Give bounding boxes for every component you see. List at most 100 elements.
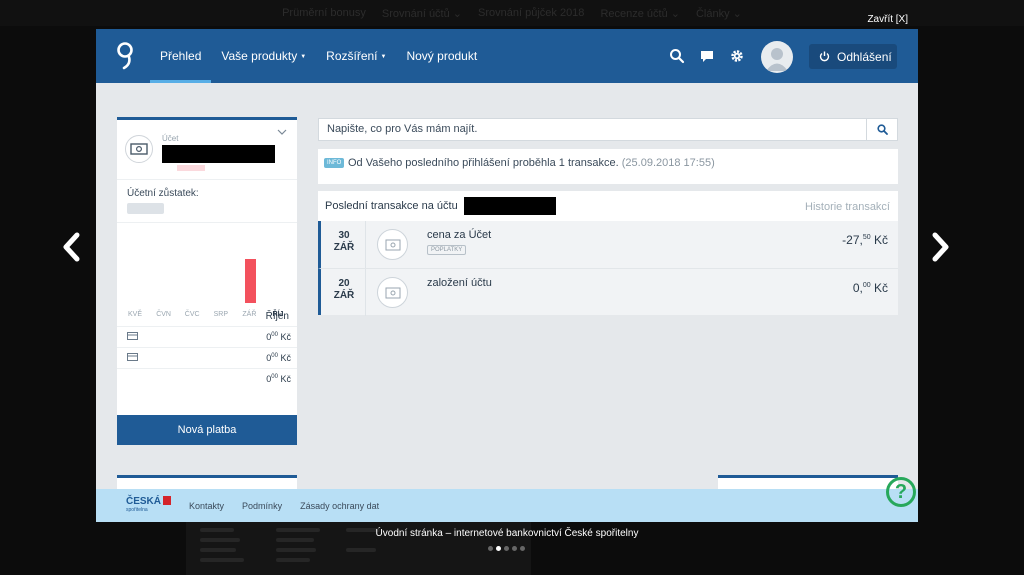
amount-decimal: 00 (271, 374, 278, 380)
transaction-name: založení účtu (427, 277, 492, 289)
transaction-amount: 0,00 Kč (853, 281, 888, 295)
row-amount: 000 Kč (266, 374, 291, 384)
transaction-history-link[interactable]: Historie transakcí (805, 201, 890, 213)
transaction-icon (377, 229, 408, 260)
bg-nav-item: Srovnání účtů ⌄ (381, 7, 463, 20)
transaction-date: 30 ZÁŘ (330, 230, 358, 254)
power-icon (819, 51, 830, 62)
info-badge: INFO (324, 158, 345, 168)
help-button[interactable]: ? (886, 477, 916, 507)
transaction-row[interactable]: 20 ZÁŘ založení účtu 0,00 Kč (318, 268, 898, 316)
list-item: 000 Kč (117, 368, 297, 389)
account-card: Účet Účetní zůstatek: KVĚ ČVN ČVC SRP ZÁŘ ŘÍJ… (117, 117, 297, 445)
chevron-right-icon (932, 232, 949, 262)
main-nav: Přehled Vaše produkty ▼ Rozšíření ▼ Nový p… (150, 29, 487, 83)
nav-item-novy-produkt[interactable]: Nový produkt (396, 29, 487, 83)
account-selector[interactable]: Účet (117, 120, 297, 180)
bg-nav-item: Články ⌄ (695, 7, 742, 20)
previous-slide-button[interactable] (58, 232, 84, 262)
card-icon (127, 353, 138, 363)
slide-dot[interactable] (504, 546, 509, 551)
row-amount: 000 Kč (266, 353, 291, 363)
chevron-down-icon[interactable] (277, 128, 287, 136)
nav-label: Nový produkt (406, 49, 478, 63)
bank-brand: ČESKÁ spořitelna (126, 496, 172, 515)
bank-logo-icon (117, 42, 133, 70)
redacted-account-number (162, 145, 275, 163)
footer-link-contacts[interactable]: Kontakty (189, 501, 224, 511)
banknote-icon (385, 239, 400, 250)
monthly-chart: KVĚ ČVN ČVC SRP ZÁŘ ŘÍJ (117, 222, 297, 322)
balance-label: Účetní zůstatek: (127, 188, 199, 199)
card-icon (127, 332, 138, 342)
chart-month-label: ČVC (184, 311, 200, 318)
search-icon (876, 124, 888, 135)
info-message: Od Vašeho posledního přihlášení proběhla… (348, 157, 619, 169)
transaction-date: 20 ZÁŘ (330, 278, 358, 302)
logout-label: Odhlášení (837, 49, 892, 64)
chevron-left-icon (63, 232, 80, 262)
brand-name: ČESKÁ (126, 496, 172, 507)
chart-month-label: SRP (213, 311, 228, 318)
currency: Kč (280, 353, 291, 363)
slide-caption: Úvodní stránka – internetové bankovnictv… (375, 528, 639, 539)
app-footer: ČESKÁ spořitelna Kontakty Podmínky Zásad… (96, 489, 918, 522)
amount-main: -27, (842, 233, 863, 247)
slide-screenshot: Přehled Vaše produkty ▼ Rozšíření ▼ Nový p… (96, 29, 918, 522)
avatar[interactable] (761, 41, 793, 73)
chart-month-label: ČVN (156, 311, 171, 318)
divider (365, 221, 366, 268)
chat-icon[interactable] (699, 48, 715, 64)
gear-icon[interactable] (729, 48, 745, 64)
footer-link-privacy[interactable]: Zásady ochrany dat (300, 501, 379, 511)
brand-logo-icon (163, 496, 172, 505)
info-text: Od Vašeho posledního přihlášení proběhla… (348, 157, 715, 169)
balance-value-blurred (127, 203, 164, 214)
transaction-row[interactable]: 30 ZÁŘ cena za Účet POPLATKY -27,50 Kč (318, 221, 898, 268)
slide-dot[interactable] (496, 546, 501, 551)
amount-decimal: 00 (271, 332, 278, 338)
app-header: Přehled Vaše produkty ▼ Rozšíření ▼ Nový p… (96, 29, 918, 83)
close-lightbox-button[interactable]: Zavřít [X] (867, 14, 908, 25)
info-date: (25.09.2018 17:55) (621, 157, 715, 169)
search-box (318, 118, 898, 141)
slide-dot[interactable] (512, 546, 517, 551)
search-button[interactable] (866, 119, 897, 140)
banknote-icon (130, 143, 148, 155)
redacted-account-number (464, 197, 556, 215)
caret-down-icon: ▼ (380, 53, 387, 60)
divider (365, 269, 366, 316)
slide-dot[interactable] (520, 546, 525, 551)
logout-button[interactable]: Odhlášení (809, 44, 897, 69)
nav-label: Rozšíření (326, 49, 378, 63)
bg-nav-item: Srovnání půjček 2018 (478, 7, 585, 19)
nav-label: Přehled (160, 49, 202, 63)
redacted-account-detail (177, 165, 205, 171)
bg-nav-item: Prüměrní bonusy (282, 7, 366, 19)
transaction-category-tag: POPLATKY (427, 245, 467, 255)
list-item: 000 Kč (117, 347, 297, 368)
new-payment-button[interactable]: Nová platba (117, 415, 297, 445)
currency: Kč (280, 374, 291, 384)
nav-label: Vaše produkty (221, 49, 298, 63)
row-amount: 000 Kč (266, 332, 291, 342)
list-item: 000 Kč (117, 326, 297, 347)
nav-item-rozsireni[interactable]: Rozšíření ▼ (316, 29, 396, 83)
nav-item-prehled[interactable]: Přehled (150, 29, 212, 83)
search-icon[interactable] (669, 48, 685, 64)
next-slide-button[interactable] (928, 232, 954, 262)
avatar-icon (766, 48, 788, 71)
bg-nav-item: Recenze účtů ⌄ (600, 7, 680, 20)
info-notice: INFO Od Vašeho posledního přihlášení pro… (318, 149, 898, 184)
transaction-name: cena za Účet (427, 229, 492, 241)
nav-item-vase-produkty[interactable]: Vaše produkty ▼ (211, 29, 316, 83)
transaction-month: ZÁŘ (333, 242, 355, 253)
currency: Kč (873, 281, 888, 295)
transactions-title: Poslední transakce na účtu (325, 200, 458, 212)
slide-dot[interactable] (488, 546, 493, 551)
currency: Kč (280, 332, 291, 342)
amount-decimal: 00 (862, 282, 871, 289)
chart-month-label: KVĚ (127, 311, 143, 318)
search-input[interactable] (319, 119, 867, 140)
footer-link-terms[interactable]: Podmínky (242, 501, 282, 511)
